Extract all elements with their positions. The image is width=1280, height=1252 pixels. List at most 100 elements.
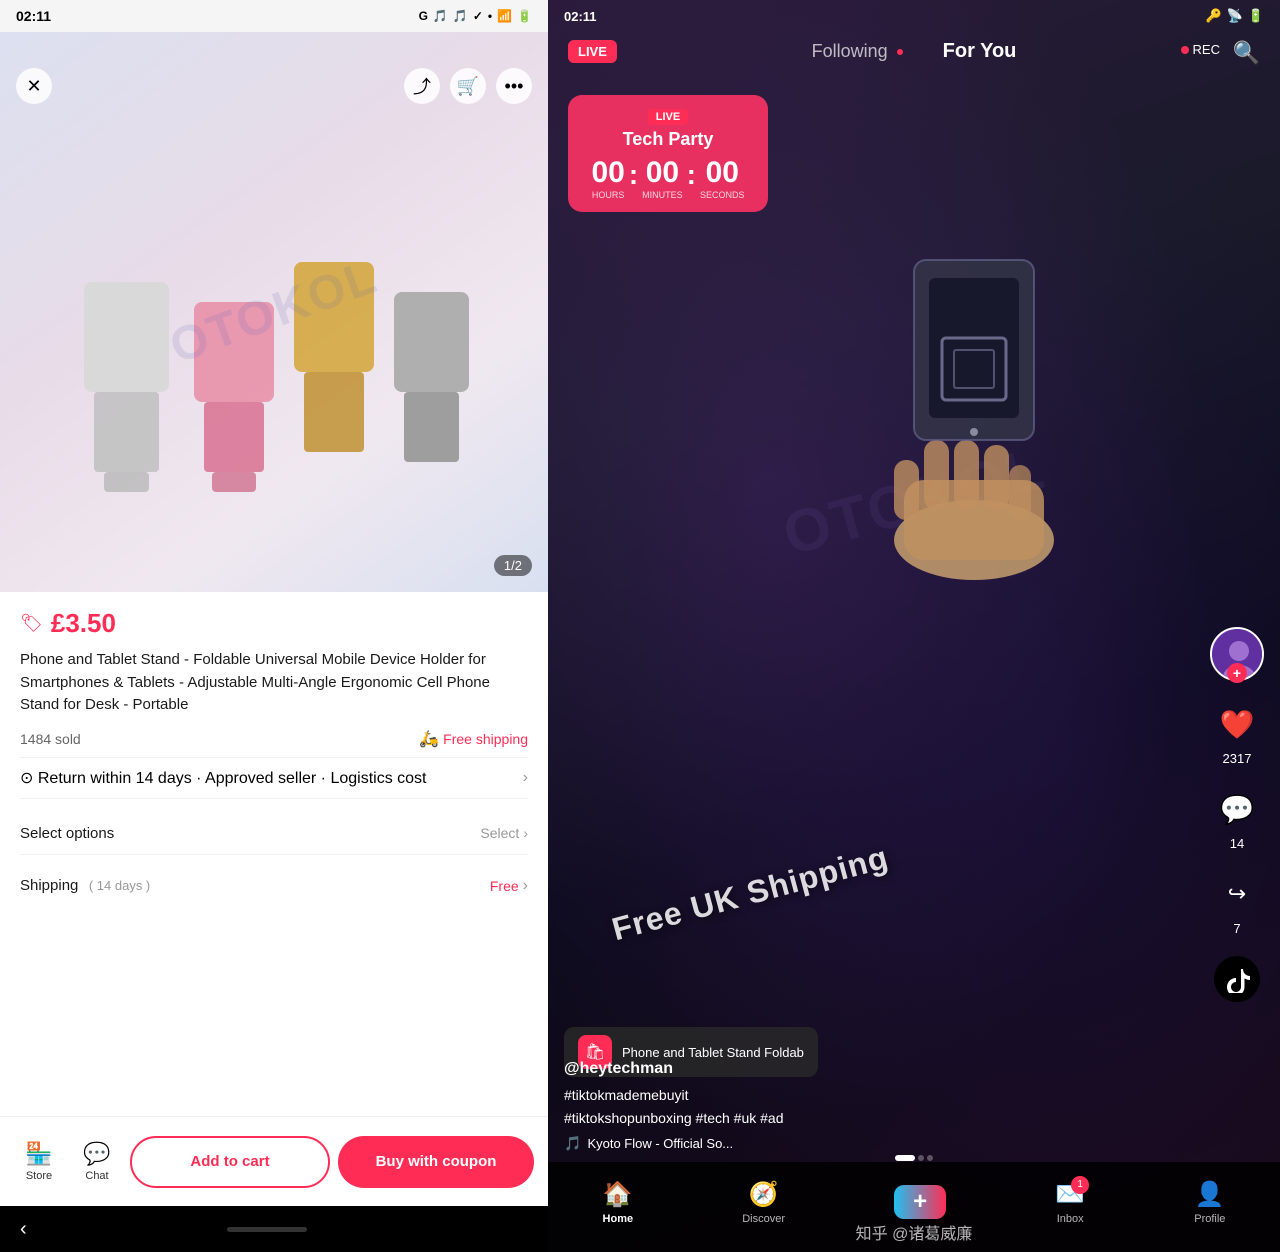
more-button[interactable]: ••• xyxy=(496,68,532,104)
share-icon: ⤴ xyxy=(413,73,431,99)
product-video-svg xyxy=(824,200,1124,580)
close-button[interactable]: ✕ xyxy=(16,68,52,104)
shipping-label: Shipping xyxy=(20,877,78,894)
profile-icon: 👤 xyxy=(1195,1180,1225,1209)
more-icon: ••• xyxy=(505,76,524,97)
colon-2: : xyxy=(687,159,696,191)
attribution: 知乎 @诸葛威廉 xyxy=(548,1220,1280,1244)
live-countdown-badge: LIVE xyxy=(648,109,688,125)
right-actions: + ❤️ 2317 💬 14 ↪ 7 xyxy=(1210,627,1264,1002)
status-time-left: 02:11 xyxy=(16,8,51,24)
scroll-dot-2 xyxy=(927,1155,933,1161)
music-row[interactable]: 🎵 Kyoto Flow - Official So... xyxy=(564,1135,1200,1152)
chat-label: Chat xyxy=(85,1170,108,1182)
sold-shipping-row: 1484 sold 🛵 Free shipping xyxy=(20,729,528,749)
scroll-dot-1 xyxy=(918,1155,924,1161)
add-button[interactable]: + xyxy=(894,1185,946,1219)
share-button[interactable]: ⤴ xyxy=(404,68,440,104)
return-arrow-icon: › xyxy=(523,769,528,787)
like-button-group[interactable]: ❤️ 2317 xyxy=(1214,701,1260,766)
scroll-dot-active xyxy=(895,1155,915,1161)
image-counter: 1/2 xyxy=(494,555,532,576)
product-info: 🏷 £3.50 Phone and Tablet Stand - Foldabl… xyxy=(0,592,548,1116)
product-image-container[interactable]: ✕ ⤴ 🛒 ••• xyxy=(0,32,548,592)
nav-add[interactable]: + xyxy=(894,1185,946,1219)
creator-avatar-container[interactable]: + xyxy=(1210,627,1264,681)
share-count: 7 xyxy=(1233,921,1240,936)
cart-button[interactable]: 🛒 xyxy=(450,68,486,104)
username[interactable]: @heytechman xyxy=(564,1060,1200,1078)
add-to-cart-button[interactable]: Add to cart xyxy=(130,1136,330,1188)
bottom-system-bar-left: ‹ xyxy=(0,1206,548,1252)
product-price: £3.50 xyxy=(51,608,116,639)
colon-1: : xyxy=(629,159,638,191)
battery-icon: 🔋 xyxy=(517,9,532,23)
countdown-timer: 00 HOURS : 00 MINUTES : 00 SECONDS xyxy=(588,158,748,200)
discover-icon: 🧭 xyxy=(749,1180,779,1209)
for-you-tab[interactable]: For You xyxy=(943,40,1017,63)
chat-button[interactable]: 💬 Chat xyxy=(72,1141,122,1182)
nav-inbox[interactable]: ✉️ Inbox 1 xyxy=(1055,1180,1085,1225)
comment-button[interactable]: 💬 xyxy=(1214,786,1260,832)
left-panel: 02:11 G 🎵 🎵 ✓ • 📶 🔋 ✕ ⤴ 🛒 xyxy=(0,0,548,1252)
video-info: @heytechman #tiktokmademebuyit #tiktoksh… xyxy=(564,1060,1200,1152)
following-tab[interactable]: Following xyxy=(812,41,903,62)
minutes-block: 00 MINUTES xyxy=(642,158,683,200)
return-policy-text: Return within 14 days · Approved seller … xyxy=(38,770,427,787)
shipping-row[interactable]: Shipping ( 14 days ) Free › xyxy=(20,869,528,903)
product-stand-visual: OTOKOL xyxy=(54,102,494,522)
cart-icon: 🛒 xyxy=(457,76,479,97)
rec-indicator: REC xyxy=(1181,42,1220,57)
comment-button-group[interactable]: 💬 14 xyxy=(1214,786,1260,851)
music-title: Kyoto Flow - Official So... xyxy=(587,1136,733,1151)
home-icon: 🏠 xyxy=(603,1180,633,1209)
top-nav-left: ✕ ⤴ 🛒 ••• xyxy=(0,68,548,104)
share-button-right[interactable]: ↪ xyxy=(1214,871,1260,917)
inbox-badge: 1 xyxy=(1071,1176,1089,1194)
following-dot xyxy=(897,49,903,55)
return-policy-row[interactable]: ⊙ Return within 14 days · Approved selle… xyxy=(20,757,528,799)
buy-with-coupon-button[interactable]: Buy with coupon xyxy=(338,1136,534,1188)
rec-dot xyxy=(1181,46,1189,54)
sold-count: 1484 sold xyxy=(20,731,81,747)
shipping-free: Free xyxy=(490,878,519,894)
shipping-icon: 🛵 xyxy=(419,729,439,749)
store-icon: 🏪 xyxy=(25,1141,52,1167)
nav-profile[interactable]: 👤 Profile xyxy=(1194,1180,1225,1225)
bottom-scroll-indicator xyxy=(548,1156,1280,1160)
free-shipping-label: Free shipping xyxy=(443,731,528,747)
nav-discover[interactable]: 🧭 Discover xyxy=(742,1180,785,1225)
nav-home[interactable]: 🏠 Home xyxy=(603,1180,634,1225)
free-shipping-badge: 🛵 Free shipping xyxy=(419,729,528,749)
music-note-icon: 🎵 xyxy=(564,1135,581,1152)
select-action[interactable]: Select › xyxy=(480,825,528,841)
price-tag-icon: 🏷 xyxy=(20,613,43,634)
wifi-icon: 📶 xyxy=(497,9,512,23)
comment-count: 14 xyxy=(1230,836,1244,851)
home-indicator-left xyxy=(227,1227,307,1232)
tiktok-top-bar: LIVE Following For You REC 🔍 xyxy=(548,40,1280,63)
live-countdown-title: Tech Party xyxy=(588,129,748,150)
hours-block: 00 HOURS xyxy=(591,158,624,200)
share-button-group[interactable]: ↪ 7 xyxy=(1214,871,1260,936)
status-bar-left: 02:11 G 🎵 🎵 ✓ • 📶 🔋 xyxy=(0,0,548,32)
search-icon[interactable]: 🔍 xyxy=(1233,40,1260,66)
tiktok-video: OTOKOL 02:11 🔑 📡 🔋 LIVE Following For Yo… xyxy=(548,0,1280,1252)
hashtags: #tiktokmademebuyit #tiktokshopunboxing #… xyxy=(564,1084,1200,1129)
follow-plus-icon[interactable]: + xyxy=(1227,663,1247,683)
battery-icon-right: 🔋 xyxy=(1248,8,1264,24)
price-row: 🏷 £3.50 xyxy=(20,608,528,639)
live-countdown-card[interactable]: LIVE Tech Party 00 HOURS : 00 MINUTES : … xyxy=(568,95,768,212)
key-icon: 🔑 xyxy=(1205,8,1221,24)
select-options-row[interactable]: Select options Select › xyxy=(20,813,528,855)
store-button[interactable]: 🏪 Store xyxy=(14,1141,64,1182)
bottom-action-bar: 🏪 Store 💬 Chat Add to cart Buy with coup… xyxy=(0,1116,548,1206)
wifi-off-icon: 📡 xyxy=(1227,8,1243,24)
right-panel: OTOKOL 02:11 🔑 📡 🔋 LIVE Following For Yo… xyxy=(548,0,1280,1252)
product-title: Phone and Tablet Stand - Foldable Univer… xyxy=(20,649,528,717)
back-chevron-icon[interactable]: ‹ xyxy=(20,1218,27,1241)
like-button[interactable]: ❤️ xyxy=(1214,701,1260,747)
like-count: 2317 xyxy=(1223,751,1252,766)
video-content xyxy=(824,200,1124,585)
live-badge[interactable]: LIVE xyxy=(568,40,617,63)
